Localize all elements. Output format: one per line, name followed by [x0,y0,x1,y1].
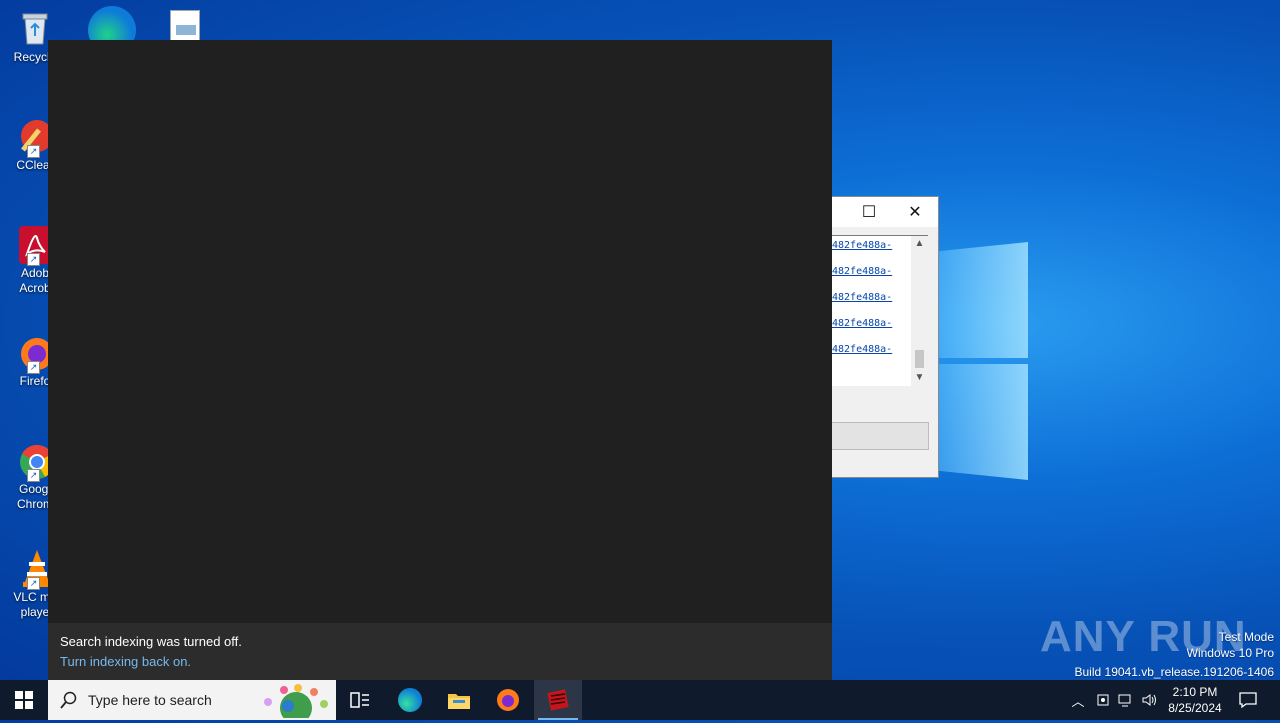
device-icon [1097,694,1109,706]
malware-app-icon [547,689,569,711]
task-view-button[interactable] [336,680,384,720]
file-link[interactable]: 482fe488a- [832,266,892,277]
desktop-icon-file[interactable] [170,10,204,40]
notification-icon [1239,692,1257,708]
search-icon [60,691,77,709]
close-icon: ✕ [908,204,922,221]
background-dialog-window[interactable]: ☐ ✕ 482fe488a- 482fe488a- 482fe488a- 482… [832,196,939,478]
edge-icon [398,688,422,712]
windows-search-panel[interactable]: Search indexing was turned off. Turn ind… [48,40,832,680]
taskbar-edge[interactable] [386,680,434,720]
file-link[interactable]: 482fe488a- [832,318,892,329]
shortcut-arrow-icon: ↗ [27,361,40,374]
start-button[interactable] [0,680,48,720]
close-button[interactable]: ✕ [892,197,938,227]
network-button[interactable] [1116,680,1136,720]
windows-wallpaper-logo [938,242,1030,480]
search-highlight-image [258,682,334,723]
volume-button[interactable] [1140,680,1160,720]
taskbar-clock[interactable]: 2:10 PM 8/25/2024 [1160,684,1230,716]
search-placeholder: Type here to search [88,692,212,708]
vertical-scrollbar[interactable]: ▲ ▼ [911,236,928,386]
folder-icon [448,694,470,709]
document-icon [170,10,200,40]
taskbar-active-app[interactable] [534,680,582,720]
file-link[interactable]: 482fe488a- [832,344,892,355]
test-mode-label: Test Mode [1218,630,1274,644]
windows-edition-label: Windows 10 Pro [1186,646,1274,660]
task-view-icon [350,692,369,708]
build-label: Build 19041.vb_release.191206-1406 [1074,665,1275,679]
speaker-icon [1142,694,1156,706]
taskbar: Type here to search ︿ 2:10 PM 8/25/2024 [0,680,1280,723]
chevron-up-icon: ︿ [1071,693,1085,709]
file-link[interactable]: 482fe488a- [832,240,892,251]
network-icon [1118,694,1131,707]
taskbar-file-explorer[interactable] [435,680,483,720]
action-center-button[interactable] [1232,680,1264,720]
dialog-titlebar[interactable]: ☐ ✕ [832,197,938,227]
desktop-icon-edge[interactable] [88,6,136,40]
dialog-file-list[interactable]: 482fe488a- 482fe488a- 482fe488a- 482fe48… [832,235,928,386]
shortcut-arrow-icon: ↗ [27,253,40,266]
edge-icon [88,6,136,40]
clock-date: 8/25/2024 [1168,701,1222,715]
taskbar-search-box[interactable]: Type here to search [48,680,336,723]
windows-start-icon [15,691,33,709]
maximize-button[interactable]: ☐ [846,197,892,227]
taskbar-firefox[interactable] [484,680,532,720]
tray-device-button[interactable] [1094,680,1112,720]
show-hidden-icons-button[interactable]: ︿ [1068,680,1088,720]
scroll-thumb[interactable] [915,350,924,368]
dialog-input-box[interactable] [832,422,929,450]
scroll-down-icon[interactable]: ▼ [911,370,928,386]
file-link[interactable]: 482fe488a- [832,292,892,303]
indexing-notice: Search indexing was turned off. Turn ind… [48,623,832,680]
shortcut-arrow-icon: ↗ [27,469,40,482]
indexing-notice-text: Search indexing was turned off. [60,634,242,649]
shortcut-arrow-icon: ↗ [27,145,40,158]
maximize-icon: ☐ [861,204,877,221]
scroll-up-icon[interactable]: ▲ [911,236,928,252]
shortcut-arrow-icon: ↗ [27,577,40,590]
clock-time: 2:10 PM [1172,685,1218,699]
turn-indexing-on-link[interactable]: Turn indexing back on. [60,654,191,669]
firefox-icon [497,689,519,711]
